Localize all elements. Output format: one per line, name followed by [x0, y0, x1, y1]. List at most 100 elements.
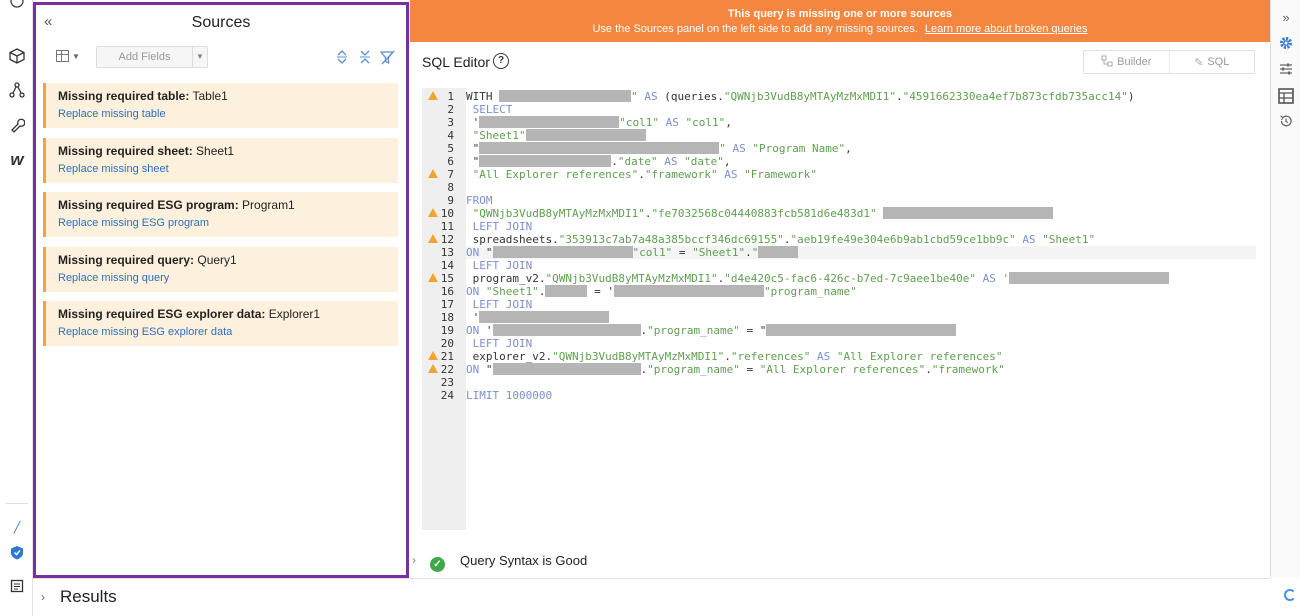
line-number: 21	[422, 350, 466, 363]
line-number: 1	[422, 90, 466, 103]
learn-more-link[interactable]: Learn more about broken queries	[925, 23, 1088, 35]
line-number: 4	[422, 129, 466, 142]
sliders-icon[interactable]	[1278, 62, 1294, 78]
code-line[interactable]: spreadsheets."353913c7ab7a48a385bccf346d…	[466, 233, 1256, 246]
code-line[interactable]: ON " . "program_name" = "All Explorer refe…	[466, 363, 1256, 376]
sql-code-editor[interactable]: WITH " AS (queries."QWNjb3VudB8yMTAyMzMx…	[466, 88, 1256, 530]
missing-source-card: Missing required query: Query1 Replace mi…	[43, 246, 398, 292]
code-line[interactable]	[466, 181, 1256, 194]
warning-icon[interactable]	[428, 364, 438, 373]
code-token: "program_name"	[647, 363, 747, 376]
sql-mode-button[interactable]: ✎ SQL	[1168, 51, 1255, 73]
code-line[interactable]: LEFT JOIN	[466, 220, 1256, 233]
code-token: .	[745, 246, 752, 259]
chevron-down-icon[interactable]: ▼	[193, 47, 207, 67]
line-number-value: 16	[440, 285, 454, 298]
code-line[interactable]: " ."date" AS "date",	[466, 155, 1256, 168]
code-line[interactable]: SELECT	[466, 103, 1256, 116]
code-line[interactable]: program_v2."QWNjb3VudB8yMTAyMzMxMDI1"."d…	[466, 272, 1256, 285]
code-line[interactable]: ON ' ."program_name" = "	[466, 324, 1256, 337]
redacted-block	[758, 246, 799, 258]
warning-icon[interactable]	[428, 351, 438, 360]
line-number-value: 12	[440, 233, 454, 246]
pen-icon[interactable]: ╱	[8, 518, 26, 536]
code-line[interactable]: LEFT JOIN	[466, 259, 1256, 272]
results-section[interactable]: › Results	[33, 578, 1296, 616]
code-line[interactable]: '	[466, 311, 1256, 324]
code-token: ,	[725, 116, 732, 129]
app-window: w ╱ « Sources ▼ Add Fields ▼ Missing req…	[0, 0, 1300, 616]
line-number-value: 19	[440, 324, 454, 337]
code-token: LIMIT	[466, 389, 506, 402]
warning-icon[interactable]	[428, 234, 438, 243]
code-token: ,	[845, 142, 852, 155]
collapse-all-icon[interactable]	[358, 50, 372, 64]
code-line[interactable]: LEFT JOIN	[466, 337, 1256, 350]
code-line[interactable]: ' "col1" AS "col1",	[466, 116, 1256, 129]
filter-off-icon[interactable]	[379, 50, 395, 65]
builder-mode-button[interactable]: Builder	[1084, 51, 1169, 73]
sources-header: « Sources	[36, 5, 406, 41]
expand-all-icon[interactable]	[335, 50, 349, 64]
code-line[interactable]: "QWNjb3VudB8yMTAyMzMxMDI1"."fe7032568c04…	[466, 207, 1256, 220]
code-line[interactable]: " " AS "Program Name",	[466, 142, 1256, 155]
code-token: "aeb19fe49e304e6b9ab1cbd59ce1bb9c"	[790, 233, 1023, 246]
history-icon[interactable]	[1278, 114, 1294, 130]
line-number-value: 4	[447, 129, 454, 142]
replace-missing-source-link[interactable]: Replace missing query	[58, 272, 398, 284]
info-icon[interactable]	[8, 0, 26, 10]
line-number-value: 11	[440, 220, 454, 233]
redacted-block	[883, 207, 1054, 219]
code-line[interactable]: WITH " AS (queries."QWNjb3VudB8yMTAyMzMx…	[466, 90, 1256, 103]
code-line[interactable]: "Sheet1"	[466, 129, 1256, 142]
help-icon[interactable]: ?	[493, 53, 509, 69]
warning-icon[interactable]	[428, 273, 438, 282]
grid-view-button[interactable]: ▼	[56, 50, 80, 62]
code-token: =	[678, 246, 693, 259]
code-line[interactable]: "All Explorer references"."framework" AS…	[466, 168, 1256, 181]
gear-icon[interactable]	[1278, 36, 1294, 52]
w-logo-icon[interactable]: w	[8, 150, 26, 169]
shield-check-icon[interactable]	[8, 543, 26, 561]
wrench-icon[interactable]	[8, 116, 26, 134]
code-token: )	[1127, 90, 1135, 103]
code-line[interactable]: FROM	[466, 194, 1256, 207]
expand-icon[interactable]: »	[1278, 10, 1294, 26]
warning-icon[interactable]	[428, 208, 438, 217]
code-token: "	[719, 142, 733, 155]
warning-icon[interactable]	[428, 169, 438, 178]
sources-title: Sources	[191, 14, 251, 31]
code-line[interactable]: LEFT JOIN	[466, 298, 1256, 311]
table-icon[interactable]	[1278, 88, 1294, 104]
chevron-right-icon[interactable]: ›	[41, 590, 45, 604]
code-token: "col1"	[685, 116, 726, 129]
code-token: AS	[664, 155, 685, 168]
warning-icon[interactable]	[428, 91, 438, 100]
code-token: "col1"	[619, 116, 666, 129]
graph-icon[interactable]	[8, 81, 26, 99]
code-token: AS	[982, 272, 1003, 285]
code-line[interactable]: LIMIT 1000000	[466, 389, 1256, 402]
cube-icon[interactable]	[8, 47, 26, 65]
code-line[interactable]: explorer_v2."QWNjb3VudB8yMTAyMzMxMDI1"."…	[466, 350, 1256, 363]
code-token: "	[466, 142, 480, 155]
replace-missing-source-link[interactable]: Replace missing ESG explorer data	[58, 326, 398, 338]
chevron-down-icon: ▼	[72, 51, 80, 61]
document-icon[interactable]	[8, 577, 26, 595]
replace-missing-source-link[interactable]: Replace missing ESG program	[58, 217, 398, 229]
code-token: "date"	[617, 155, 665, 168]
banner-message: Use the Sources panel on the left side t…	[410, 20, 1270, 35]
add-fields-dropdown[interactable]: Add Fields ▼	[96, 46, 208, 68]
code-line[interactable]: ON " "col1" = "Sheet1"."	[466, 246, 1256, 259]
replace-missing-source-link[interactable]: Replace missing sheet	[58, 163, 398, 175]
code-token: '	[466, 311, 480, 324]
replace-missing-source-link[interactable]: Replace missing table	[58, 108, 398, 120]
line-number: 10	[422, 207, 466, 220]
syntax-status-text: Query Syntax is Good	[460, 553, 588, 568]
code-line[interactable]	[466, 376, 1256, 389]
code-line[interactable]: ON "Sheet1". = ' "program_name"	[466, 285, 1256, 298]
chevron-right-icon[interactable]: ›	[412, 553, 416, 567]
line-number: 2	[422, 103, 466, 116]
line-number: 19	[422, 324, 466, 337]
redacted-block	[479, 155, 612, 167]
